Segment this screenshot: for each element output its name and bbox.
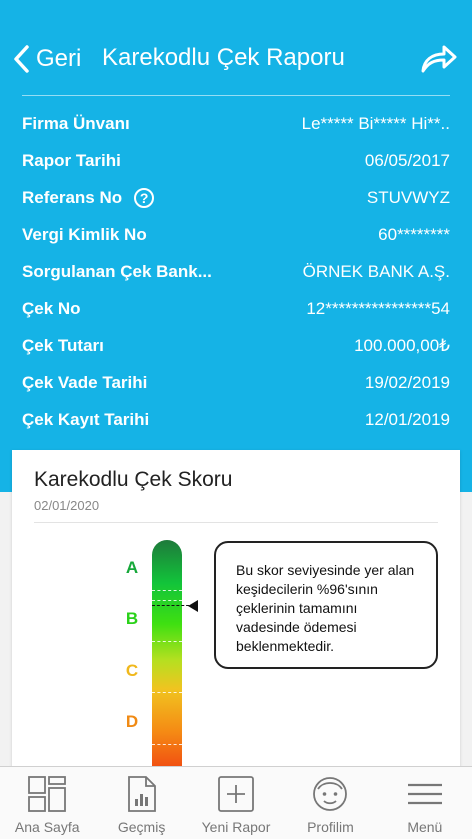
row-cek-no: Çek No 12****************54 xyxy=(22,290,450,327)
row-value: 100.000,00₺ xyxy=(354,335,450,355)
row-value: STUVWYZ xyxy=(366,187,450,207)
back-label: Geri xyxy=(36,45,82,72)
header-divider xyxy=(22,95,450,96)
grid-icon xyxy=(28,776,67,812)
back-button[interactable]: Geri xyxy=(12,44,81,74)
report-details: Firma Ünvanı Le***** Bi***** Hi**.. Rapor… xyxy=(22,105,450,438)
score-date: 02/01/2020 xyxy=(34,498,100,513)
menu-icon xyxy=(407,783,442,805)
row-label: Çek Kayıt Tarihi xyxy=(22,409,150,429)
row-label: Vergi Kimlik No xyxy=(22,224,147,244)
row-value: ÖRNEK BANK A.Ş. xyxy=(302,261,450,281)
row-firma-unvani: Firma Ünvanı Le***** Bi***** Hi**.. xyxy=(22,105,450,142)
row-sorgulanan-bank: Sorgulanan Çek Bank... ÖRNEK BANK A.Ş. xyxy=(22,253,450,290)
score-description: Bu skor seviyesinde yer alan keşideciler… xyxy=(214,541,438,669)
row-value: 12****************54 xyxy=(306,298,450,318)
plus-box-icon xyxy=(218,776,254,812)
tab-yeni-rapor[interactable]: Yeni Rapor xyxy=(189,767,283,839)
score-title: Karekodlu Çek Skoru xyxy=(34,468,233,491)
tab-bar: Ana Sayfa Geçmiş Yeni Rapor Profilim Men… xyxy=(0,766,472,839)
tab-profilim[interactable]: Profilim xyxy=(283,767,377,839)
header-panel: Geri Karekodlu Çek Raporu Firma Ünvanı Le… xyxy=(0,0,472,492)
gauge-divider xyxy=(152,641,182,642)
row-value: 60******** xyxy=(378,224,450,244)
row-cek-tutari: Çek Tutarı 100.000,00₺ xyxy=(22,327,450,364)
gauge-divider xyxy=(152,744,182,745)
chevron-left-icon xyxy=(14,45,29,73)
row-label-wrap: Referans No? xyxy=(22,187,155,208)
row-label: Referans No xyxy=(22,187,123,207)
row-value: 19/02/2019 xyxy=(364,372,450,392)
tab-label: Geçmiş xyxy=(117,819,166,835)
row-cek-vade-tarihi: Çek Vade Tarihi 19/02/2019 xyxy=(22,364,450,401)
score-card: Karekodlu Çek Skoru 02/01/2020 A B C D B… xyxy=(12,450,460,780)
row-label: Çek Vade Tarihi xyxy=(22,372,148,392)
row-cek-kayit-tarihi: Çek Kayıt Tarihi 12/01/2019 xyxy=(22,401,450,438)
tab-label: Ana Sayfa xyxy=(14,819,80,835)
row-rapor-tarihi: Rapor Tarihi 06/05/2017 xyxy=(22,142,450,179)
tab-ana-sayfa[interactable]: Ana Sayfa xyxy=(0,767,94,839)
tab-label: Profilim xyxy=(307,819,354,835)
gauge-divider xyxy=(152,590,182,591)
row-referans-no: Referans No? STUVWYZ xyxy=(22,179,450,216)
row-label: Rapor Tarihi xyxy=(22,150,121,170)
score-gauge xyxy=(152,540,182,780)
grade-b: B xyxy=(125,609,139,628)
tab-menu[interactable]: Menü xyxy=(378,767,472,839)
tab-gecmis[interactable]: Geçmiş xyxy=(94,767,188,839)
card-divider xyxy=(34,522,438,523)
share-button[interactable] xyxy=(420,44,458,79)
row-label: Sorgulanan Çek Bank... xyxy=(22,261,212,281)
face-icon xyxy=(313,777,348,811)
report-icon xyxy=(127,776,156,812)
row-vergi-kimlik-no: Vergi Kimlik No 60******** xyxy=(22,216,450,253)
row-value: Le***** Bi***** Hi**.. xyxy=(301,113,450,133)
tab-label: Menü xyxy=(407,819,443,835)
tab-label: Yeni Rapor xyxy=(201,819,271,835)
score-marker-icon xyxy=(188,600,198,612)
row-value: 12/01/2019 xyxy=(364,409,450,429)
page-title: Karekodlu Çek Raporu xyxy=(102,44,345,71)
row-label: Çek Tutarı xyxy=(22,335,104,355)
row-value: 06/05/2017 xyxy=(364,150,450,170)
help-icon[interactable]: ? xyxy=(134,187,155,208)
gauge-divider xyxy=(152,600,182,601)
row-label: Firma Ünvanı xyxy=(22,113,130,133)
grade-d: D xyxy=(125,712,139,731)
nav-bar: Geri Karekodlu Çek Raporu xyxy=(0,28,472,94)
row-label: Çek No xyxy=(22,298,81,318)
grade-a: A xyxy=(125,558,139,577)
grade-c: C xyxy=(125,661,139,680)
share-icon xyxy=(421,45,457,73)
gauge-divider xyxy=(152,692,182,693)
